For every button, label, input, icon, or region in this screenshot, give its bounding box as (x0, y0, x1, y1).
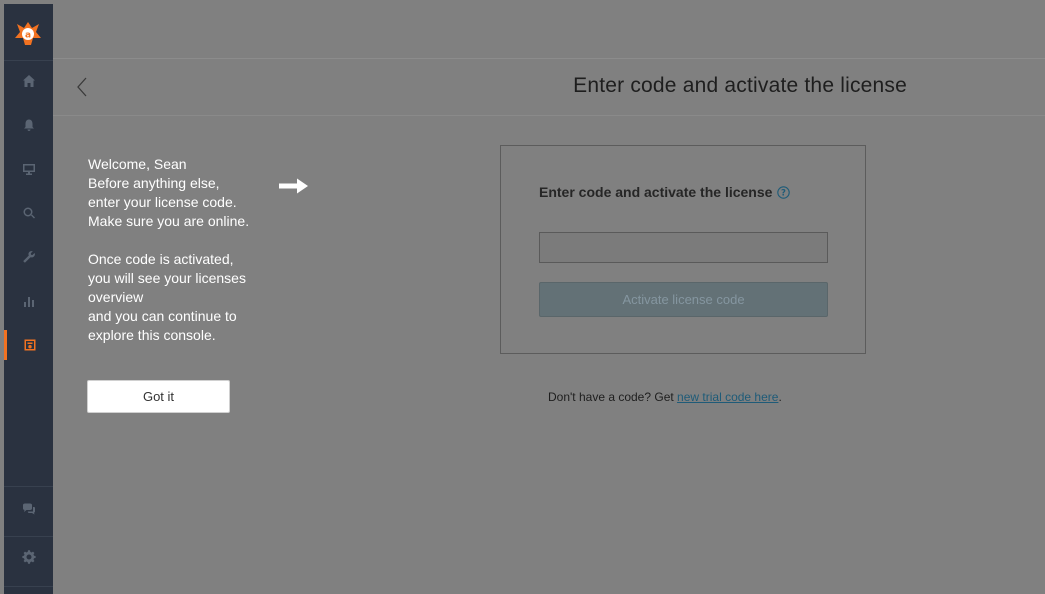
card-title-text: Enter code and activate the license (539, 184, 773, 200)
bell-icon (23, 119, 34, 131)
sidebar-item-tools[interactable] (4, 242, 53, 272)
wrench-icon (22, 251, 35, 263)
arrow-right-icon (278, 177, 310, 195)
page-header: Enter code and activate the license (53, 59, 1045, 116)
welcome-text: Make sure you are online. (88, 213, 250, 229)
search-icon (22, 207, 35, 219)
trial-prefix: Don't have a code? Get (548, 390, 678, 404)
sidebar: a (4, 4, 53, 594)
home-icon (22, 75, 35, 87)
svg-text:?: ? (781, 188, 786, 198)
welcome-text: Before anything else, (88, 175, 220, 191)
got-it-button[interactable]: Got it (87, 380, 230, 413)
welcome-text: explore this console. (88, 327, 216, 343)
back-button[interactable] (73, 75, 93, 99)
sidebar-item-home[interactable] (4, 66, 53, 96)
activate-license-button[interactable]: Activate license code (539, 282, 828, 317)
sidebar-item-scan[interactable] (4, 198, 53, 228)
monitor-icon (22, 164, 35, 175)
activation-card: Enter code and activate the license ? Ac… (500, 145, 866, 354)
sidebar-item-notifications[interactable] (4, 110, 53, 140)
welcome-text: enter your license code. (88, 194, 237, 210)
bar-chart-icon (23, 297, 34, 307)
page-title: Enter code and activate the license (573, 74, 907, 97)
sidebar-item-license[interactable] (4, 330, 53, 360)
welcome-text: and you can continue to (88, 308, 237, 324)
welcome-greeting: Welcome, Sean (88, 156, 187, 172)
sidebar-item-reports[interactable] (4, 286, 53, 316)
license-icon (24, 339, 36, 351)
welcome-text: overview (88, 289, 144, 305)
avast-logo[interactable]: a (14, 20, 42, 46)
card-title: Enter code and activate the license ? (539, 184, 791, 200)
trial-suffix: . (778, 390, 782, 404)
trial-text: Don't have a code? Get new trial code he… (548, 390, 782, 404)
sidebar-item-devices[interactable] (4, 154, 53, 184)
chat-icon (22, 503, 35, 515)
help-icon[interactable]: ? (777, 185, 791, 199)
trial-code-link[interactable]: new trial code here (677, 390, 778, 404)
welcome-text: you will see your licenses (88, 270, 246, 286)
license-code-input[interactable] (539, 232, 828, 263)
welcome-message: Welcome, Sean Before anything else, ente… (88, 155, 298, 345)
sidebar-item-settings[interactable] (4, 542, 53, 572)
svg-text:a: a (25, 31, 31, 41)
chevron-left-icon (77, 77, 87, 97)
gear-icon (21, 550, 36, 564)
welcome-text: Once code is activated, (88, 251, 234, 267)
top-bar (53, 4, 1045, 59)
sidebar-item-chat[interactable] (4, 494, 53, 524)
